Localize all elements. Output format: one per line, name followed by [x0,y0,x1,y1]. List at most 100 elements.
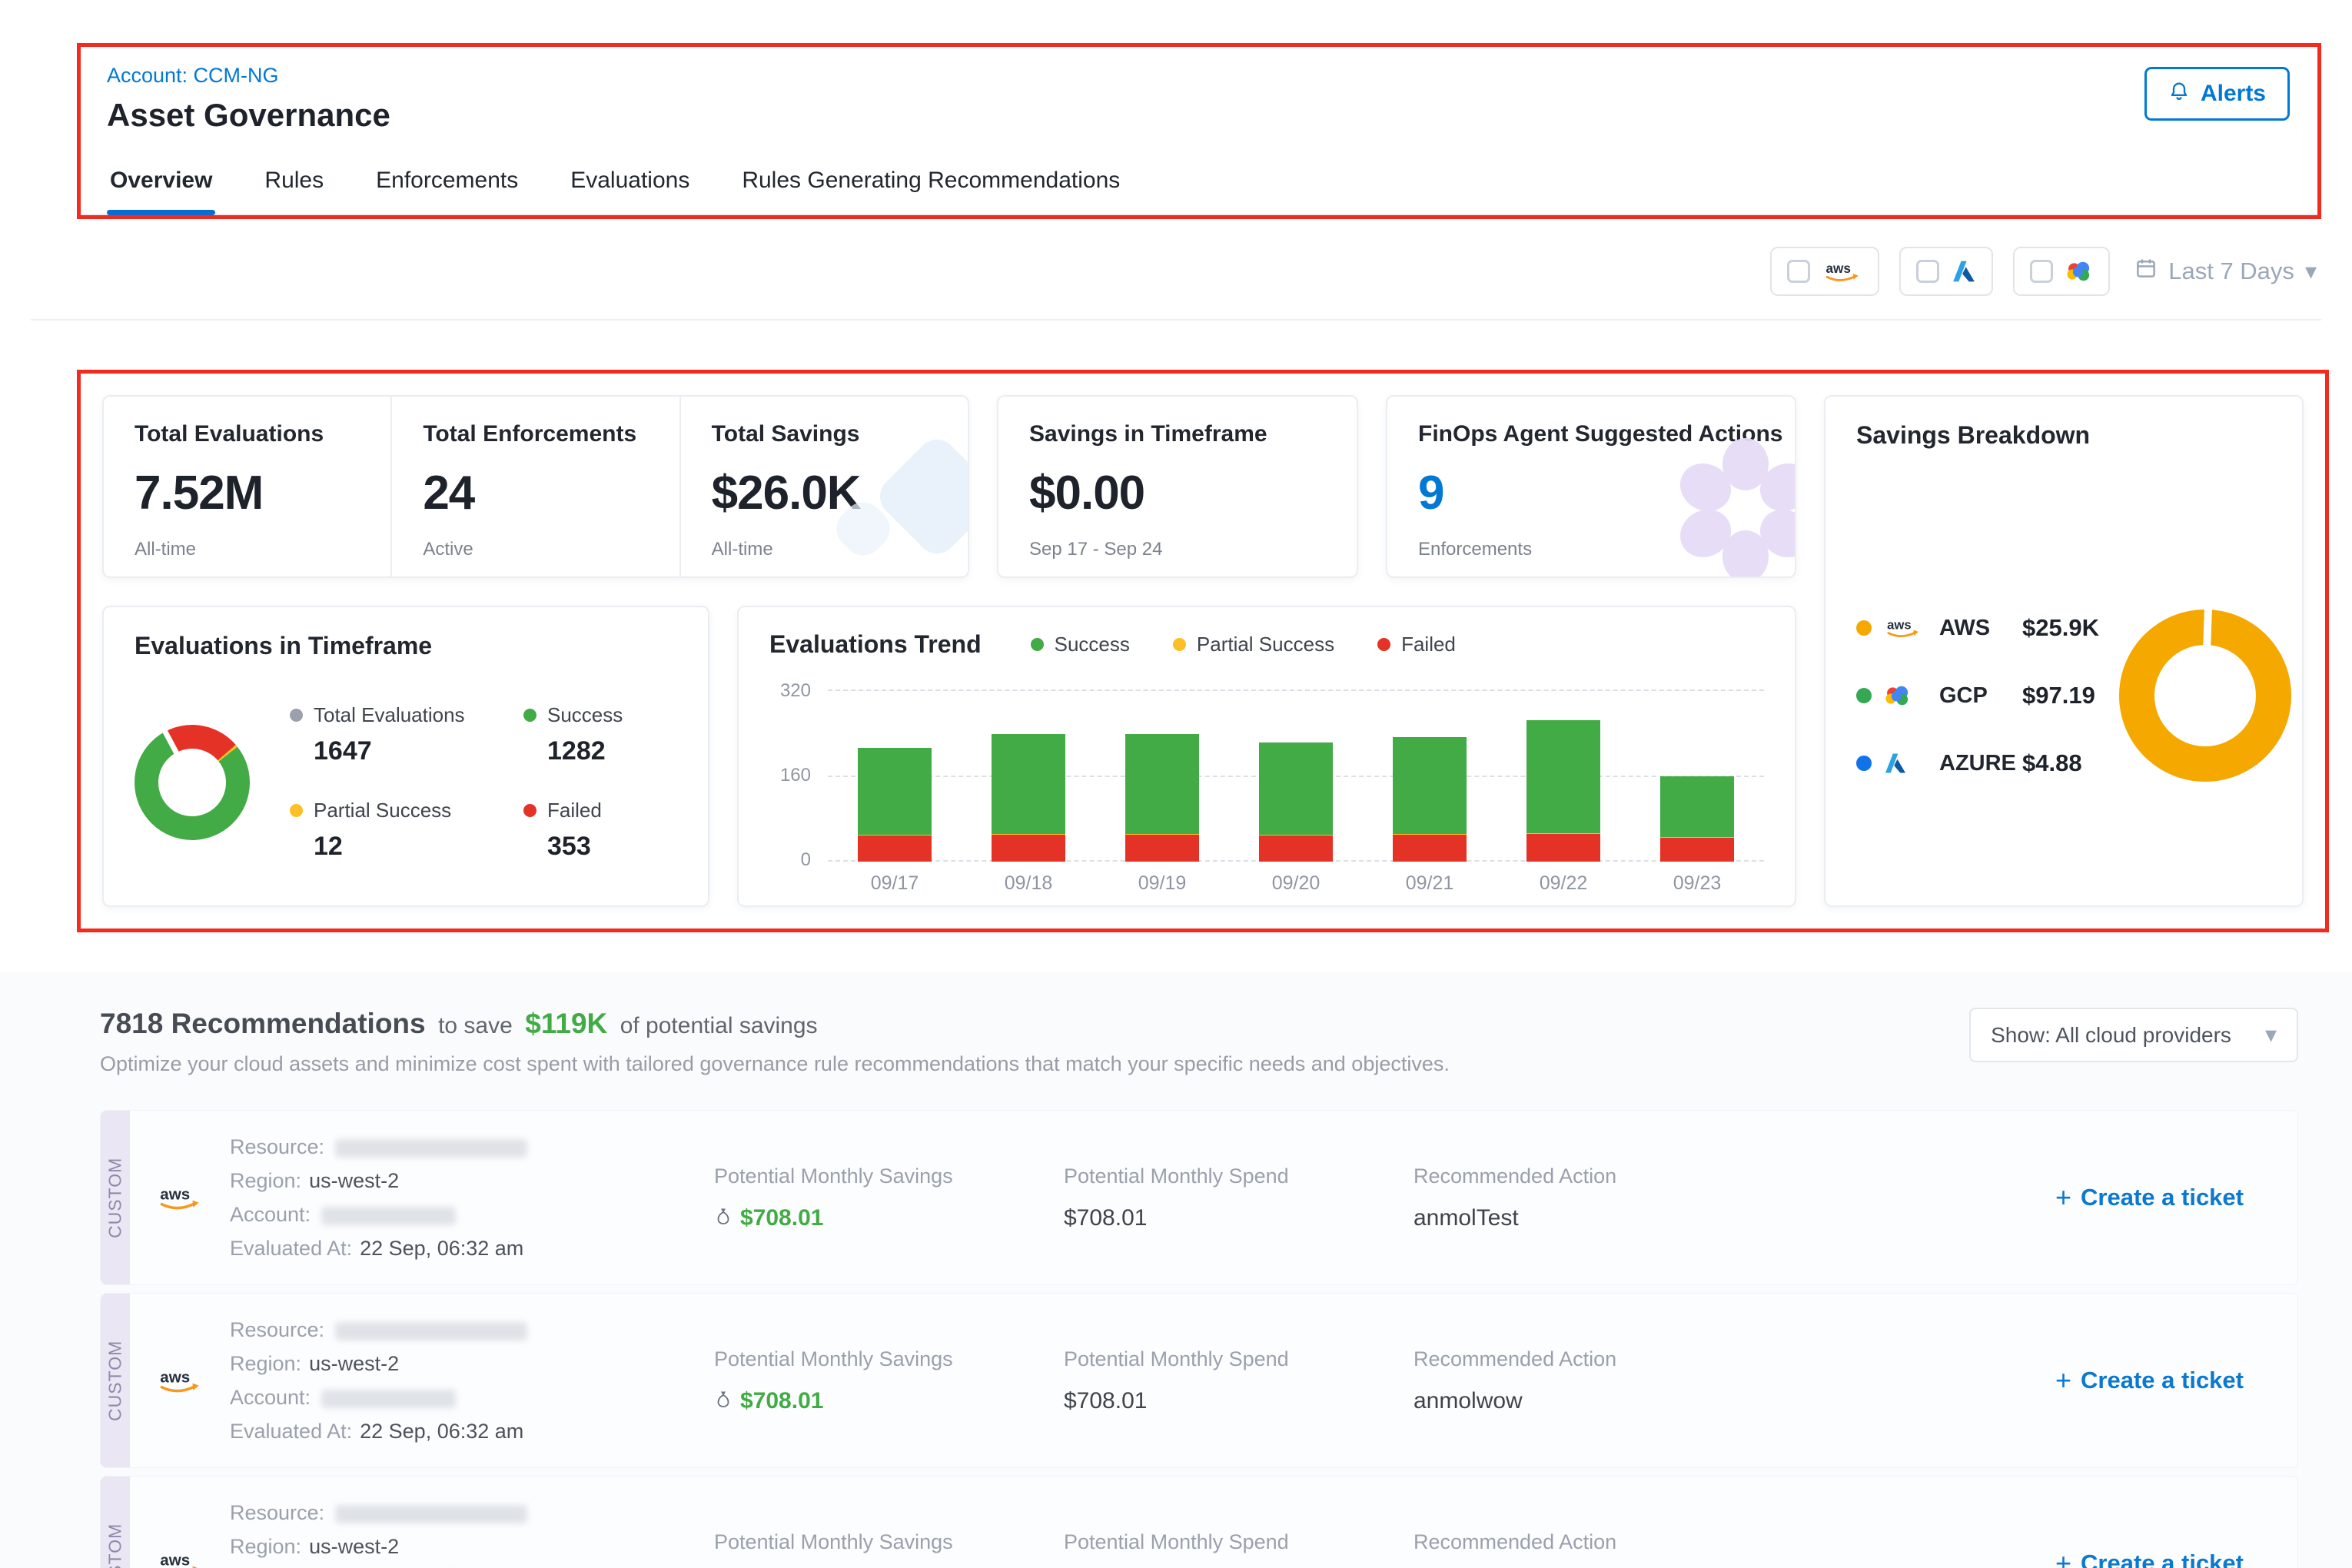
trend-bar-group [1363,689,1497,862]
cloud-provider-filter-select[interactable]: Show: All cloud providers ▾ [1969,1008,2298,1062]
resource-label: Resource: [230,1135,324,1158]
recommended-action: Recommended Action anmolwow [1414,1347,1921,1414]
donut-gap [2203,608,2212,646]
evaluations-trend-chart: 320 160 0 09/1709/1809/1909/2009/2109/22… [769,689,1764,895]
legend-dot [1031,638,1044,651]
legend-label: Total Evaluations [314,703,465,727]
bar-segment-success [1526,720,1600,833]
trend-bar-09/17 [858,689,932,862]
gcp-checkbox[interactable] [2030,260,2053,283]
spend-value: $708.01 [1064,1388,1414,1414]
tab-overview[interactable]: Overview [107,154,215,214]
recommendations-title: 7818 Recommendations to save $119K of po… [100,1008,1450,1040]
provider-filter-gcp[interactable] [2013,247,2110,296]
recommendation-rows: CUSTOM aws Resource: Region:us-west-2 Ac… [100,1110,2298,1568]
recommendations-savings-amount: $119K [525,1008,607,1039]
tab-rules[interactable]: Rules [261,154,327,214]
bar-segment-failed [1393,835,1467,862]
card-title: Evaluations Trend [769,630,982,659]
create-ticket-label: Create a ticket [2081,1184,2244,1211]
potential-monthly-savings: Potential Monthly Savings $708.01 [714,1530,1064,1568]
trend-x-tick: 09/20 [1229,872,1363,895]
savings-value: $708.01 [740,1205,823,1231]
trend-y-axis: 320 160 0 [769,689,828,862]
stat-title: Total Enforcements [423,421,648,447]
spend-label: Potential Monthly Spend [1064,1347,1414,1371]
potential-monthly-spend: Potential Monthly Spend $708.01 [1064,1164,1414,1231]
breakdown-value: $4.88 [2022,749,2082,777]
bar-segment-success [992,734,1065,834]
tab-enforcements[interactable]: Enforcements [373,154,521,214]
plus-icon: + [2055,1364,2071,1397]
legend-dot [290,709,303,722]
chevron-down-icon: ▾ [2305,258,2317,285]
flower-decoration [1669,434,1796,578]
create-ticket-button[interactable]: + Create a ticket [2055,1364,2244,1397]
alerts-button[interactable]: Alerts [2144,67,2290,121]
breakdown-content: aws AWS $25.9K [1856,610,2271,782]
resource-label: Resource: [230,1501,324,1524]
breakdown-value: $97.19 [2022,682,2095,709]
custom-tag: CUSTOM [101,1294,130,1467]
trend-legend: Success Partial Success Failed [1031,633,1456,656]
spend-label: Potential Monthly Spend [1064,1164,1414,1188]
legend-label: Success [547,703,623,727]
trend-bar-09/20 [1259,689,1333,862]
asset-governance-page: Account: CCM-NG Asset Governance Alerts … [0,0,2352,1568]
stat-value: 24 [423,466,648,520]
potential-monthly-savings: Potential Monthly Savings $708.01 [714,1347,1064,1414]
evaluations-in-timeframe-card: Evaluations in Timeframe Total Evaluatio… [102,606,709,907]
recommendation-row[interactable]: CUSTOM aws Resource: Region:us-west-2 Ac… [100,1110,2298,1285]
recommendation-details: Resource: Region:us-west-2 Account: Eval… [230,1496,714,1568]
stat-value: $0.00 [1029,466,1326,520]
stats-row-2: Evaluations in Timeframe Total Evaluatio… [102,606,1796,907]
trend-plot-wrap: 09/1709/1809/1909/2009/2109/2209/23 [828,689,1764,895]
legend-item-success: Success [1031,633,1130,656]
bar-segment-failed [1660,838,1734,862]
account-link[interactable]: Account: CCM-NG [107,64,279,88]
evaluations-donut [135,725,250,840]
breakdown-dot [1856,620,1872,636]
create-ticket-button[interactable]: + Create a ticket [2055,1181,2244,1214]
bar-segment-failed [858,835,932,862]
evaluated-label: Evaluated At: [230,1237,352,1260]
donut-hole [158,749,226,816]
redacted-resource-value [335,1322,527,1340]
trend-bar-group [828,689,962,862]
region-label: Region: [230,1352,301,1375]
aws-checkbox[interactable] [1787,260,1810,283]
stat-caption: Sep 17 - Sep 24 [1029,539,1326,560]
action-value: anmolTest [1414,1205,1921,1231]
legend-dot [523,709,537,722]
create-ticket-button[interactable]: + Create a ticket [2055,1547,2244,1568]
recommendation-row[interactable]: CUSTOM aws Resource: Region:us-west-2 Ac… [100,1293,2298,1468]
total-evaluations-stat: Total Evaluations 7.52M All-time [104,397,390,576]
page-title: Asset Governance [107,97,2291,134]
recommendations-to-save: to save [438,1013,513,1038]
breakdown-value: $25.9K [2022,614,2099,642]
trend-x-tick: 09/23 [1630,872,1764,895]
evaluations-trend-card: Evaluations Trend Success Partial Succes… [737,606,1796,907]
provider-filter-aws[interactable]: aws [1770,247,1879,296]
provider-filter-azure[interactable] [1899,247,1993,296]
gcp-icon [1884,685,1927,706]
legend-item-total-evaluations: Total Evaluations 1647 [290,703,474,766]
date-range-select[interactable]: Last 7 Days ▾ [2130,257,2321,286]
savings-breakdown-card: Savings Breakdown aws AWS $25. [1824,395,2304,907]
recommended-action: Recommended Action anmoltestsns [1414,1530,1921,1568]
tab-evaluations[interactable]: Evaluations [567,154,693,214]
potential-monthly-spend: Potential Monthly Spend $708.01 [1064,1347,1414,1414]
breakdown-provider: AWS [1939,616,2010,641]
azure-checkbox[interactable] [1916,260,1939,283]
savings-label: Potential Monthly Savings [714,1347,1064,1371]
total-savings-stat: Total Savings $26.0K All-time [679,397,968,576]
breakdown-provider: AZURE [1939,751,2010,776]
card-title: Savings Breakdown [1856,421,2271,450]
evaluated-value: 22 Sep, 06:32 am [360,1237,523,1260]
aws-icon: aws [1884,616,1927,639]
tab-rules-generating-recommendations[interactable]: Rules Generating Recommendations [739,154,1123,214]
recommendation-row[interactable]: CUSTOM aws Resource: Region:us-west-2 Ac… [100,1476,2298,1568]
plus-icon: + [2055,1547,2071,1568]
redacted-resource-value [335,1139,527,1158]
legend-value: 1647 [314,736,474,766]
